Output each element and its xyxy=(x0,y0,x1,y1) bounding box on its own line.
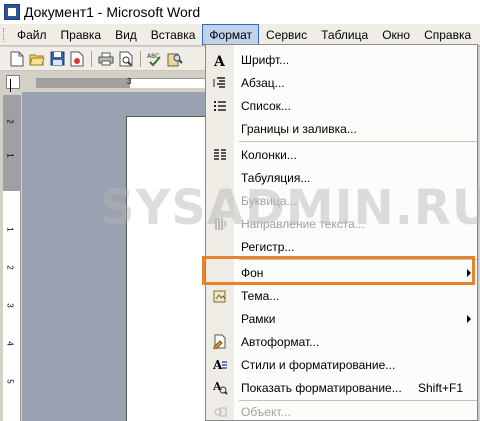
tab-selector-icon[interactable] xyxy=(6,75,20,89)
styles-icon: A xyxy=(206,353,234,376)
permission-icon[interactable] xyxy=(68,50,86,68)
theme-icon xyxy=(206,284,234,307)
menu-bar: Файл Правка Вид Вставка Формат Сервис Та… xyxy=(0,24,480,46)
menu-separator xyxy=(239,141,477,142)
document-page[interactable] xyxy=(126,116,205,421)
ruler-strip xyxy=(36,78,205,88)
menu-edit[interactable]: Правка xyxy=(54,24,109,45)
menu-insert[interactable]: Вставка xyxy=(144,24,203,45)
horizontal-ruler[interactable]: 3 xyxy=(0,72,205,92)
save-icon[interactable] xyxy=(48,50,66,68)
menu-item-autoformat[interactable]: Автоформат... xyxy=(206,330,477,353)
ruler-number: 2 xyxy=(5,119,15,124)
menu-item-borders-shading[interactable]: Границы и заливка... xyxy=(206,117,477,140)
open-folder-icon[interactable] xyxy=(28,50,46,68)
format-menu-dropdown: A Шрифт... Абзац... Список... Границы и … xyxy=(205,44,478,421)
menu-item-object[interactable]: Объект... xyxy=(206,400,477,420)
menu-item-list[interactable]: Список... xyxy=(206,94,477,117)
word-app-icon[interactable] xyxy=(4,4,20,20)
menu-item-font[interactable]: A Шрифт... xyxy=(206,48,477,71)
menu-item-change-case[interactable]: Регистр... xyxy=(206,235,477,258)
print-preview-icon[interactable] xyxy=(117,50,135,68)
research-icon[interactable] xyxy=(166,50,184,68)
ruler-number: 2 xyxy=(5,265,15,270)
menu-item-paragraph[interactable]: Абзац... xyxy=(206,71,477,94)
columns-icon xyxy=(206,143,234,166)
list-icon xyxy=(206,94,234,117)
menu-separator xyxy=(239,259,477,260)
vertical-ruler[interactable]: 2 1 1 2 3 4 5 xyxy=(3,95,21,421)
toolbar-separator xyxy=(140,50,141,67)
menu-file[interactable]: Файл xyxy=(10,24,54,45)
menu-item-background[interactable]: Фон xyxy=(206,261,477,284)
ruler-number: 4 xyxy=(5,341,15,346)
ruler-number: 3 xyxy=(127,77,132,86)
spelling-icon[interactable]: ABC xyxy=(146,50,164,68)
autoformat-icon xyxy=(206,330,234,353)
menu-help[interactable]: Справка xyxy=(417,24,478,45)
window-title: Документ1 - Microsoft Word xyxy=(24,4,201,20)
ruler-number: 1 xyxy=(5,227,15,232)
menu-item-reveal-formatting[interactable]: A Показать форматирование... Shift+F1 xyxy=(206,376,477,399)
menu-item-styles-formatting[interactable]: A Стили и форматирование... xyxy=(206,353,477,376)
menu-item-drop-cap[interactable]: Буквица... xyxy=(206,189,477,212)
menu-item-tabs[interactable]: Табуляция... xyxy=(206,166,477,189)
paragraph-icon xyxy=(206,71,234,94)
print-icon[interactable] xyxy=(97,50,115,68)
ruler-number: 5 xyxy=(5,379,15,384)
ruler-margin xyxy=(3,95,21,191)
submenu-arrow-icon xyxy=(467,269,471,277)
svg-text:A: A xyxy=(213,54,226,67)
font-icon: A xyxy=(206,48,234,71)
object-icon xyxy=(206,400,234,420)
svg-text:A: A xyxy=(213,358,223,372)
ruler-number: 1 xyxy=(5,153,15,158)
menu-item-frames[interactable]: Рамки xyxy=(206,307,477,330)
text-direction-icon xyxy=(206,212,234,235)
menubar-grip-handle[interactable] xyxy=(3,28,6,42)
ruler-number: 3 xyxy=(5,303,15,308)
menu-window[interactable]: Окно xyxy=(375,24,417,45)
menu-tools[interactable]: Сервис xyxy=(259,24,314,45)
menu-view[interactable]: Вид xyxy=(108,24,144,45)
submenu-arrow-icon xyxy=(467,315,471,323)
document-workspace xyxy=(22,92,205,421)
ruler-margin xyxy=(36,79,130,88)
menu-item-columns[interactable]: Колонки... xyxy=(206,143,477,166)
menu-format[interactable]: Формат xyxy=(202,24,260,45)
menu-table[interactable]: Таблица xyxy=(314,24,375,45)
reveal-format-icon: A xyxy=(206,376,234,399)
standard-toolbar: ABC xyxy=(0,47,205,71)
menu-item-text-direction[interactable]: Направление текста... xyxy=(206,212,477,235)
menu-item-theme[interactable]: Тема... xyxy=(206,284,477,307)
menu-shortcut: Shift+F1 xyxy=(417,380,463,395)
title-bar: Документ1 - Microsoft Word xyxy=(0,0,480,24)
new-doc-icon[interactable] xyxy=(8,50,26,68)
toolbar-separator xyxy=(91,50,92,67)
